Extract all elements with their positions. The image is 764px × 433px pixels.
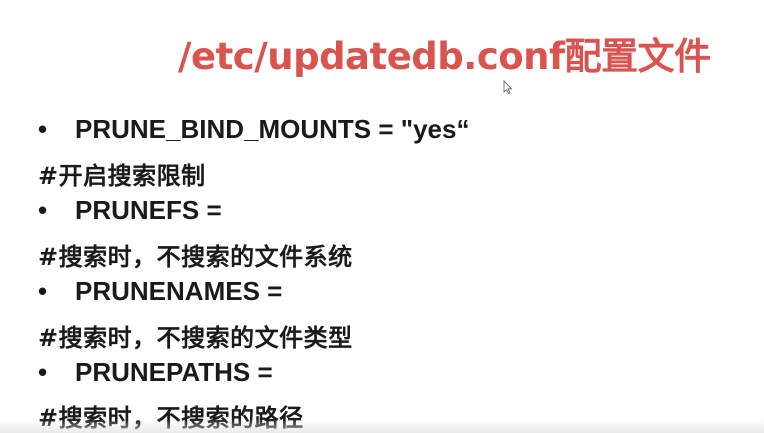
bullet-icon: • <box>38 276 48 306</box>
setting-item-prune-bind-mounts: • PRUNE_BIND_MOUNTS = "yes“ <box>38 114 469 145</box>
slide: /etc/updatedb.conf配置文件 • PRUNE_BIND_MOUNT… <box>0 0 764 433</box>
setting-text: PRUNEPATHS = <box>75 357 273 387</box>
setting-text: PRUNENAMES = <box>75 276 283 306</box>
setting-text: PRUNE_BIND_MOUNTS = "yes“ <box>75 114 470 144</box>
setting-text: PRUNEFS = <box>75 195 222 225</box>
setting-item-prunenames: • PRUNENAMES = <box>38 276 282 307</box>
mouse-cursor-icon <box>503 80 513 94</box>
setting-item-prunepaths: • PRUNEPATHS = <box>38 357 273 388</box>
comment-line: #搜索时，不搜索的文件系统 <box>38 243 353 271</box>
bullet-icon: • <box>38 195 48 225</box>
bottom-edge-shadow <box>0 419 764 433</box>
comment-line: #开启搜索限制 <box>38 162 206 190</box>
slide-title: /etc/updatedb.conf配置文件 <box>178 35 711 78</box>
bullet-icon: • <box>38 114 48 144</box>
setting-item-prunefs: • PRUNEFS = <box>38 195 222 226</box>
bullet-icon: • <box>38 357 48 387</box>
comment-line: #搜索时，不搜索的文件类型 <box>38 324 353 352</box>
